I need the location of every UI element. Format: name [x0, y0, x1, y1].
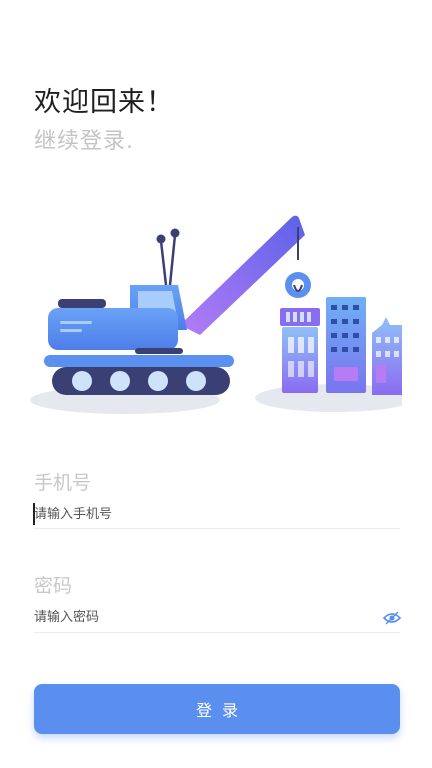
login-button[interactable]: 登录 — [34, 684, 400, 734]
page-title: 欢迎回来！ — [34, 87, 174, 118]
crane-truck-city-illustration — [30, 205, 415, 420]
password-label: 密码 — [34, 575, 73, 597]
password-input[interactable] — [34, 603, 374, 631]
phone-input[interactable] — [34, 500, 400, 528]
eye-icon[interactable] — [382, 609, 402, 627]
password-divider — [34, 632, 400, 633]
page-subtitle: 继续登录. — [34, 129, 134, 154]
text-cursor — [33, 503, 35, 525]
phone-label: 手机号 — [34, 472, 92, 494]
phone-divider — [34, 528, 400, 529]
